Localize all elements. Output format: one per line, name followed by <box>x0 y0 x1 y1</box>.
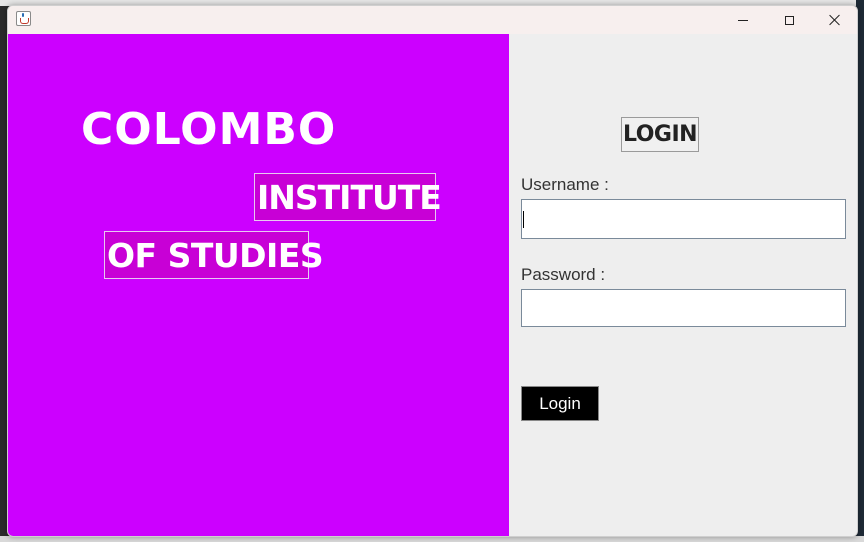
close-icon <box>829 14 841 26</box>
brand-panel: COLOMBO INSTITUTE OF STUDIES <box>8 34 509 536</box>
maximize-icon <box>784 15 794 25</box>
password-label: Password : <box>521 265 606 284</box>
username-label: Username : <box>521 175 609 194</box>
login-window: COLOMBO INSTITUTE OF STUDIES LOGIN Usern… <box>7 5 858 537</box>
java-cup-icon[interactable] <box>16 11 31 26</box>
close-button[interactable] <box>812 6 857 34</box>
title-bar[interactable] <box>8 6 857 34</box>
login-heading: LOGIN <box>621 117 699 152</box>
password-field[interactable] <box>521 289 846 327</box>
brand-title-institute: INSTITUTE <box>254 173 442 221</box>
maximize-button[interactable] <box>766 6 812 34</box>
minimize-button[interactable] <box>720 6 766 34</box>
text-caret <box>523 211 524 228</box>
login-panel: LOGIN Username : Password : Login <box>509 34 857 536</box>
minimize-icon <box>738 19 748 21</box>
brand-title-of-studies: OF STUDIES <box>104 231 324 279</box>
username-field[interactable] <box>521 199 846 239</box>
brand-title-colombo: COLOMBO <box>81 104 337 155</box>
login-button[interactable]: Login <box>521 386 599 421</box>
